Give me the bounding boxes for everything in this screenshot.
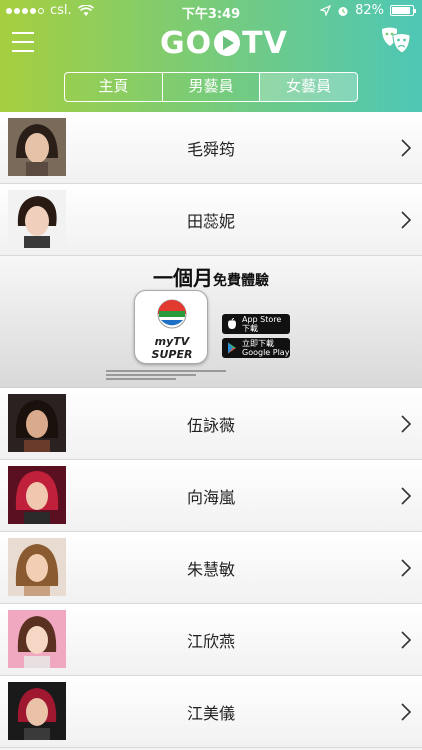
list-item[interactable]: 江美儀 <box>0 676 422 748</box>
logo-text-tail: TV <box>242 25 288 61</box>
list-item[interactable]: 朱慧敏 <box>0 532 422 604</box>
category-tabs: 主頁 男藝員 女藝員 <box>64 72 358 102</box>
artist-name: 向海嵐 <box>186 488 235 507</box>
battery-percent: 82% <box>355 3 384 18</box>
app-root: csl. 下午3:49 82% GO TV 主頁 男藝員 女藝員 毛舜筠 田蕊妮… <box>0 0 422 750</box>
chevron-right-icon <box>401 631 412 649</box>
google-play-line1: 立即下載 <box>242 339 274 348</box>
tab-home[interactable]: 主頁 <box>65 73 162 101</box>
artist-name: 朱慧敏 <box>186 560 235 579</box>
list-item[interactable]: 向海嵐 <box>0 460 422 532</box>
artist-list: 毛舜筠 田蕊妮 一個月免費體驗 myTV SUPER App Store 下載 … <box>0 112 422 748</box>
gotv-logo: GO TV <box>160 25 288 61</box>
tab-male-artists[interactable]: 男藝員 <box>161 73 260 101</box>
list-item[interactable]: 伍詠薇 <box>0 388 422 460</box>
artist-name: 毛舜筠 <box>186 140 235 159</box>
artist-name: 江美儀 <box>186 704 235 723</box>
battery-icon <box>390 5 416 16</box>
artist-name: 伍詠薇 <box>186 416 235 435</box>
chevron-right-icon <box>401 415 412 433</box>
mytv-super-app-icon: myTV SUPER <box>134 290 208 364</box>
ad-app-name: myTV SUPER <box>151 335 193 361</box>
header: csl. 下午3:49 82% GO TV 主頁 男藝員 女藝員 <box>0 0 422 112</box>
app-store-badge[interactable]: App Store 下載 <box>222 314 290 334</box>
theatre-masks-icon[interactable] <box>380 26 412 56</box>
alarm-icon <box>338 6 348 16</box>
chevron-right-icon <box>401 139 412 157</box>
google-play-icon <box>228 342 236 354</box>
chevron-right-icon <box>401 211 412 229</box>
artist-name: 江欣燕 <box>186 632 235 651</box>
chevron-right-icon <box>401 703 412 721</box>
logo-text: GO <box>160 25 213 61</box>
menu-button[interactable] <box>12 32 34 52</box>
chevron-right-icon <box>401 559 412 577</box>
app-store-line2: 下載 <box>242 324 258 333</box>
google-play-line2: Google Play <box>242 348 290 357</box>
list-item[interactable]: 江欣燕 <box>0 604 422 676</box>
artist-name: 田蕊妮 <box>186 212 235 231</box>
ad-headline-big: 一個月 <box>153 266 213 290</box>
status-bar: csl. 下午3:49 82% <box>0 0 422 22</box>
app-store-line1: App Store <box>242 315 282 324</box>
ad-headline-small: 免費體驗 <box>213 273 269 289</box>
play-icon <box>214 30 241 56</box>
location-icon <box>320 5 332 16</box>
apple-icon <box>228 318 236 329</box>
tab-female-artists[interactable]: 女藝員 <box>259 73 357 101</box>
ad-fine-print <box>106 370 226 380</box>
google-play-badge[interactable]: 立即下載 Google Play <box>222 338 290 358</box>
ad-headline: 一個月免費體驗 <box>0 262 422 291</box>
tvb-logo-icon <box>157 299 187 329</box>
mytv-super-ad-banner[interactable]: 一個月免費體驗 myTV SUPER App Store 下載 立即下載 Goo… <box>0 256 422 388</box>
chevron-right-icon <box>401 487 412 505</box>
list-item[interactable]: 毛舜筠 <box>0 112 422 184</box>
list-item[interactable]: 田蕊妮 <box>0 184 422 256</box>
